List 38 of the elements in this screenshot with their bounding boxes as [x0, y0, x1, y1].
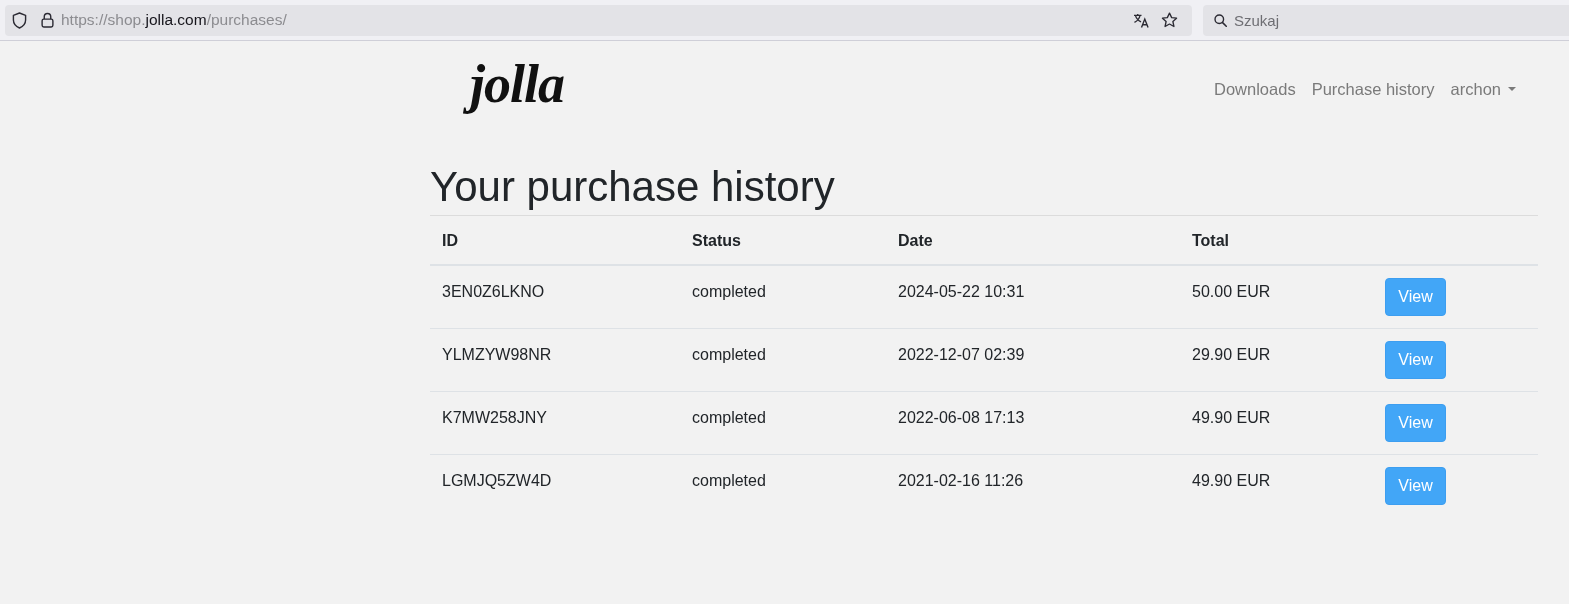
search-field[interactable]: Szukaj [1203, 4, 1569, 36]
table-cell: 29.90 EUR [1192, 346, 1271, 363]
table-cell: 2022-12-07 02:39 [898, 346, 1025, 363]
view-button[interactable]: View [1385, 278, 1446, 316]
view-button[interactable]: View [1385, 467, 1446, 505]
translate-icon[interactable] [1133, 12, 1150, 28]
table-cell: YLMZYW98NR [442, 346, 552, 363]
view-button[interactable]: View [1385, 404, 1446, 442]
table-cell: 3EN0Z6LKNO [442, 283, 545, 300]
url-text: https://shop.jolla.com/purchases/ [61, 11, 287, 29]
table-cell: 50.00 EUR [1192, 283, 1271, 300]
table-cell: completed [692, 346, 766, 363]
view-button[interactable]: View [1385, 341, 1446, 379]
column-header: Status [692, 232, 741, 249]
table-cell: 2024-05-22 10:31 [898, 283, 1025, 300]
column-header: Total [1192, 232, 1230, 249]
nav-link[interactable]: Downloads [1214, 77, 1296, 101]
caret-icon [1508, 87, 1516, 91]
user-menu[interactable]: archon [1450, 77, 1516, 101]
page-title: Your purchase history [430, 161, 1538, 216]
table-cell: K7MW258JNY [442, 409, 547, 426]
table-cell: 2022-06-08 17:13 [898, 409, 1025, 426]
column-header: ID [442, 232, 458, 249]
table-cell: completed [692, 283, 766, 300]
lock-icon[interactable] [41, 12, 54, 28]
table-cell: 49.90 EUR [1192, 472, 1271, 489]
table-cell: 2021-02-16 11:26 [898, 472, 1024, 489]
table-cell: completed [692, 409, 766, 426]
nav-link[interactable]: Purchase history [1311, 77, 1435, 101]
shield-icon[interactable] [12, 11, 27, 29]
table-cell: 49.90 EUR [1192, 409, 1271, 426]
star-icon[interactable] [1161, 12, 1178, 28]
address-bar[interactable]: https://shop.jolla.com/purchases/ [5, 4, 1192, 36]
table-cell: completed [692, 472, 766, 489]
search-icon [1214, 13, 1227, 27]
table-cell: LGMJQ5ZW4D [442, 472, 552, 489]
logo[interactable]: jolla [464, 53, 572, 119]
column-header: Date [898, 232, 933, 249]
